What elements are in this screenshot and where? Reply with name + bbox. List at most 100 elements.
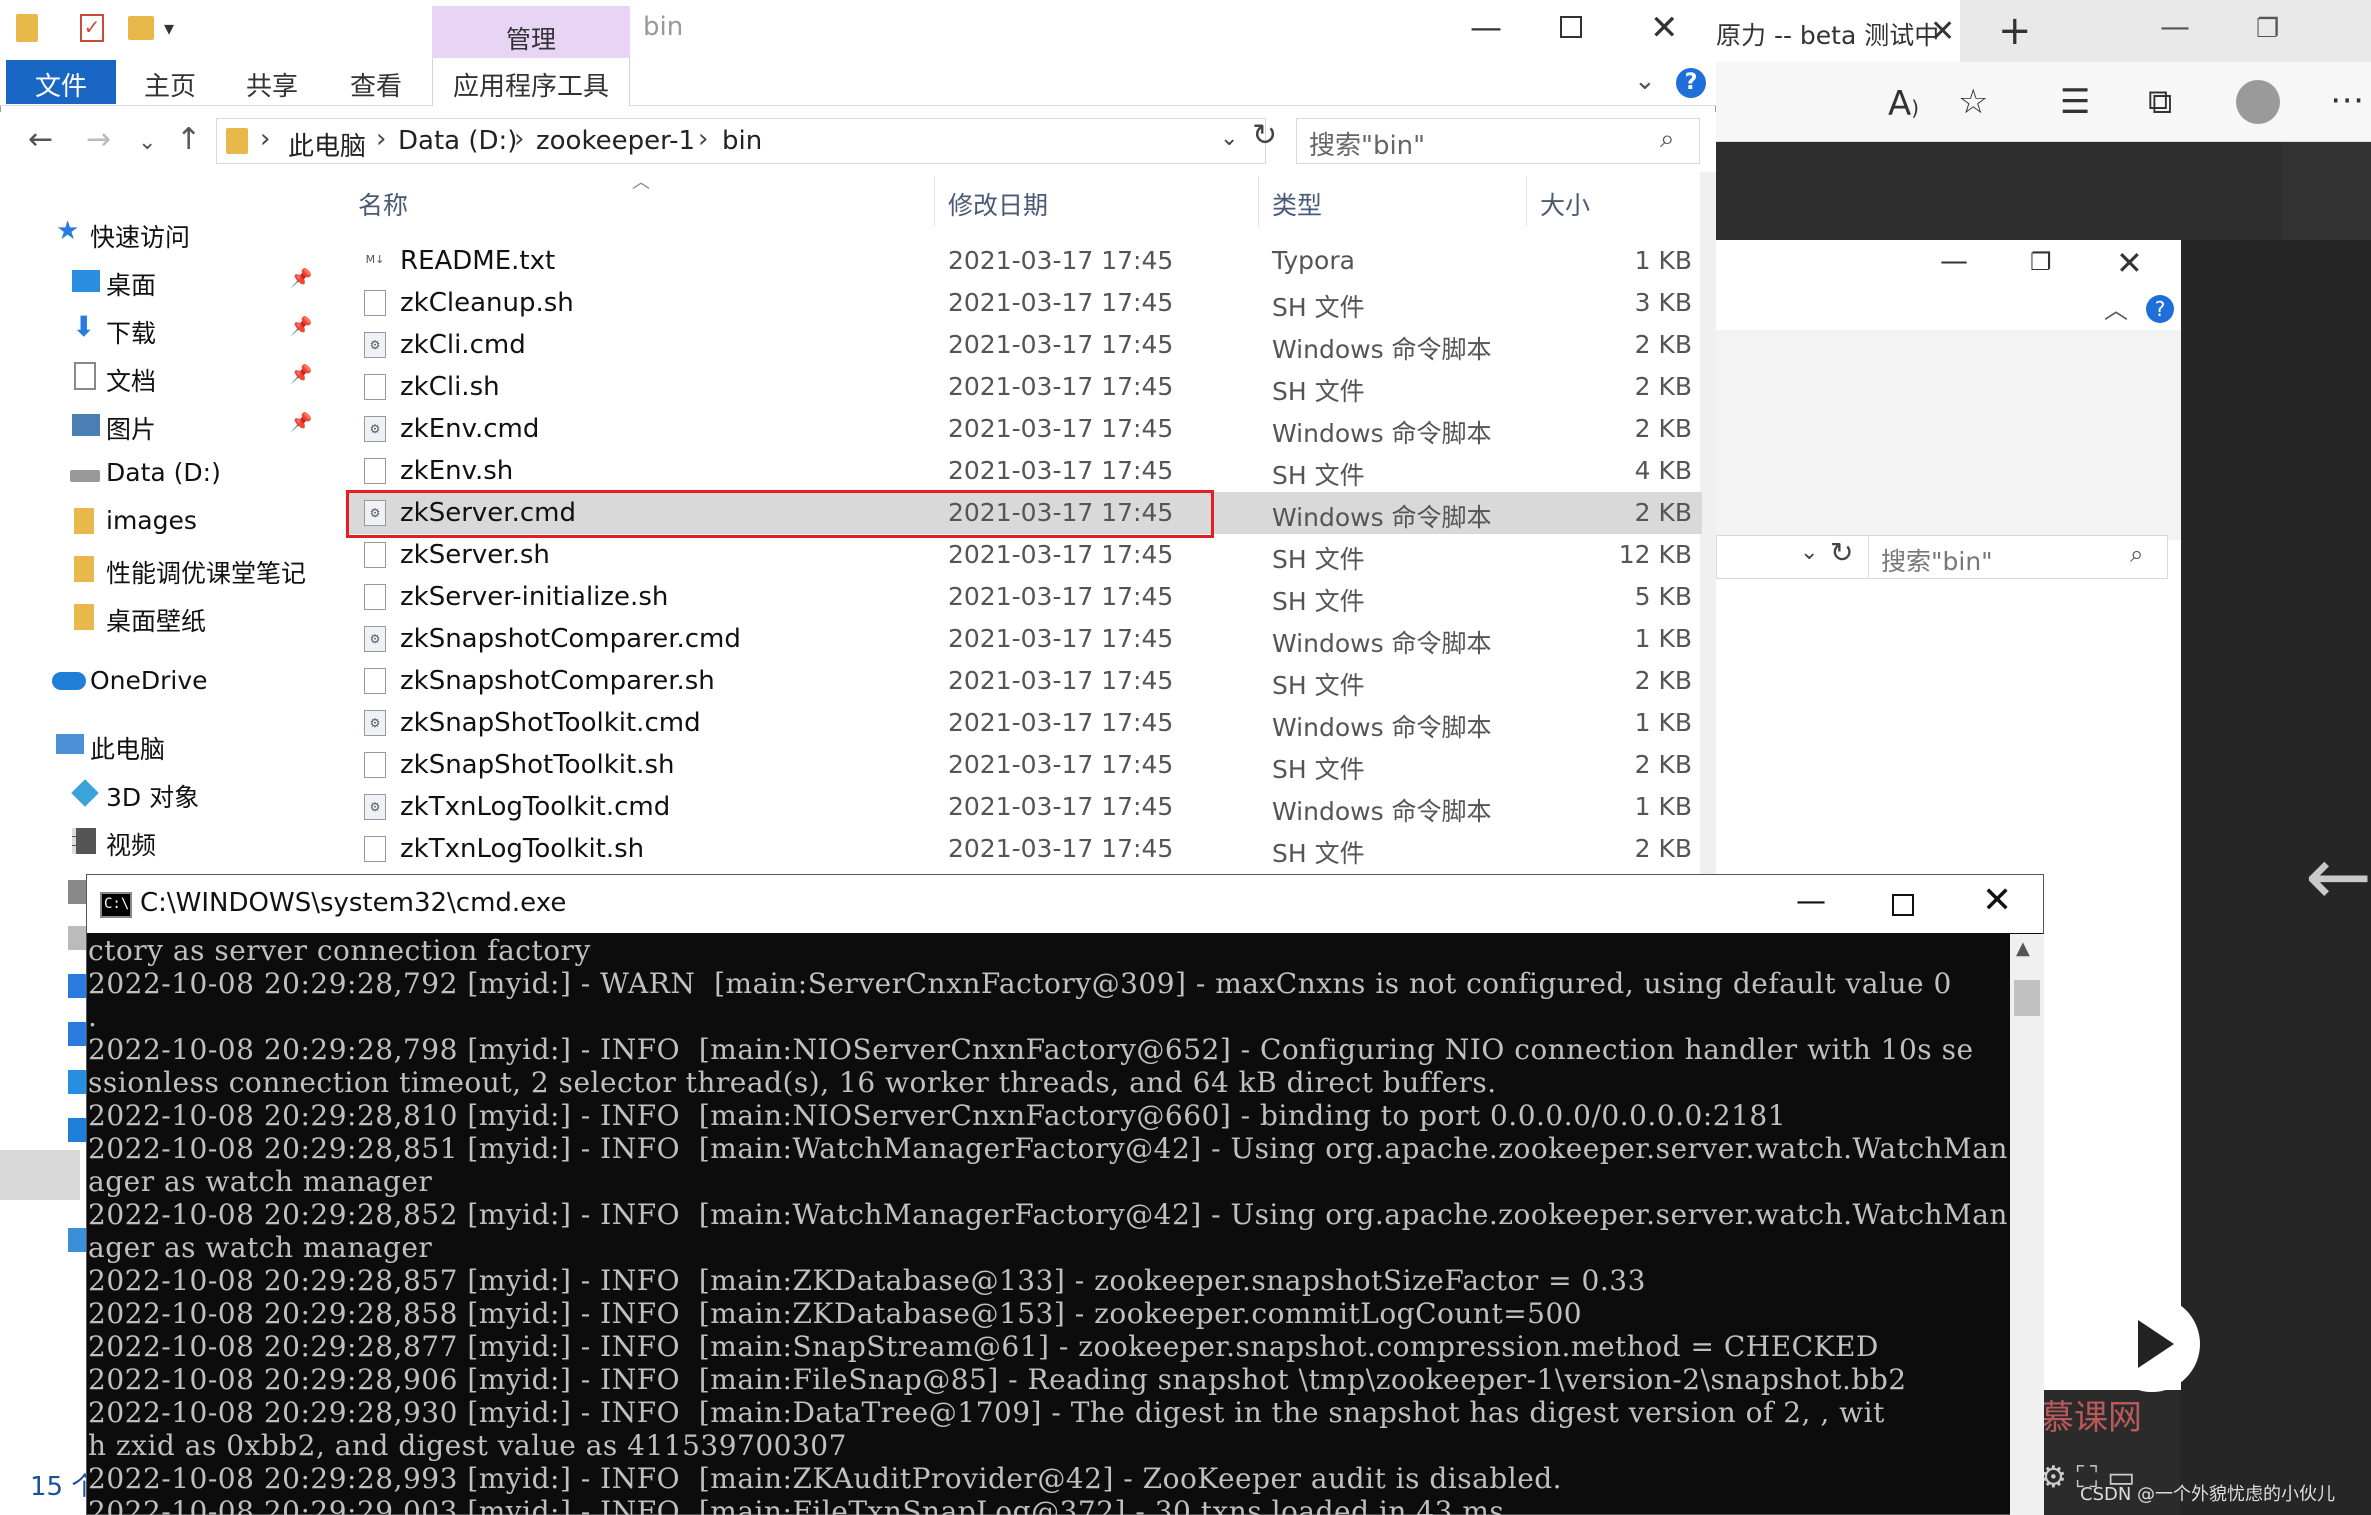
file-row[interactable]: ⚙ zkCli.cmd 2021-03-17 17:45 Windows 命令脚本 2 … <box>346 324 1702 366</box>
sidebar-item-notes[interactable]: 性能调优课堂笔记 <box>0 550 320 590</box>
file-row[interactable]: zkCli.sh 2021-03-17 17:45 SH 文件 2 KB <box>346 366 1702 408</box>
breadcrumb-data-d[interactable]: Data (D:) <box>398 126 517 156</box>
sidebar-item-downloads[interactable]: ⬇ 下载 📌 <box>0 310 320 350</box>
back-icon[interactable]: ← <box>28 122 53 157</box>
tab-share[interactable]: 共享 <box>246 66 298 103</box>
chevron-right-icon[interactable]: › <box>260 124 270 154</box>
sidebar-item-desktop[interactable]: 桌面 📌 <box>0 262 320 302</box>
add-favorite-icon[interactable]: ☆ <box>1958 82 1988 122</box>
sidebar-item-videos[interactable]: 视频 <box>0 822 320 862</box>
file-row[interactable]: zkServer.sh 2021-03-17 17:45 SH 文件 12 KB <box>346 534 1702 576</box>
pin-icon[interactable]: 📌 <box>290 412 312 433</box>
refresh-icon[interactable]: ↻ <box>1830 536 1853 569</box>
sidebar-item-this-pc[interactable]: 此电脑 <box>0 726 320 766</box>
minimize-button[interactable]: — <box>1470 8 1502 46</box>
column-header-name[interactable]: 名称 <box>358 186 408 222</box>
column-divider[interactable] <box>1258 176 1259 226</box>
file-row[interactable]: ⚙ zkEnv.cmd 2021-03-17 17:45 Windows 命令脚本 2 … <box>346 408 1702 450</box>
edge-minimize-button[interactable]: — <box>2160 10 2190 45</box>
file-row[interactable]: zkCleanup.sh 2021-03-17 17:45 SH 文件 3 KB <box>346 282 1702 324</box>
new-tab-button[interactable]: + <box>1998 8 2032 54</box>
breadcrumb-bin[interactable]: bin <box>722 126 762 156</box>
sidebar-item-onedrive[interactable]: OneDrive <box>0 662 320 702</box>
file-row[interactable]: ⚙ zkSnapshotComparer.cmd 2021-03-17 17:45 W… <box>346 618 1702 660</box>
cmd-scrollbar[interactable] <box>2010 934 2044 1515</box>
tab-close-icon[interactable]: ✕ <box>1930 14 1955 49</box>
chevron-down-icon[interactable]: ⌄ <box>1634 66 1656 96</box>
read-aloud-icon[interactable]: A) <box>1888 84 1919 124</box>
chevron-right-icon[interactable]: › <box>514 124 524 154</box>
file-row[interactable]: M↓ README.txt 2021-03-17 17:45 Typora 1 KB <box>346 240 1702 282</box>
chevron-down-icon[interactable]: ⌄ <box>1220 126 1238 151</box>
back-arrow-icon[interactable]: ← <box>2305 830 2371 923</box>
file-row[interactable]: zkTxnLogToolkit.sh 2021-03-17 17:45 SH 文件 2… <box>346 828 1702 870</box>
column-header-date[interactable]: 修改日期 <box>948 186 1048 222</box>
column-header-type[interactable]: 类型 <box>1272 186 1322 222</box>
sidebar-item-quick-access[interactable]: ★ 快速访问 <box>0 214 320 254</box>
maximize-button[interactable] <box>1560 16 1582 38</box>
folder-icon[interactable] <box>16 14 38 42</box>
tab-file[interactable]: 文件 <box>6 60 116 104</box>
pin-icon[interactable]: 📌 <box>290 364 312 385</box>
edge-restore-button[interactable]: ❐ <box>2256 14 2279 44</box>
search-icon[interactable]: ⌕ <box>1660 124 1675 155</box>
refresh-icon[interactable]: ↻ <box>1252 118 1277 153</box>
cmd-scroll-thumb[interactable] <box>2014 980 2040 1016</box>
sidebar-item-data-d[interactable]: Data (D:) <box>0 454 320 494</box>
sidebar-item-images[interactable]: images <box>0 502 320 542</box>
collections-icon[interactable]: ⧉ <box>2148 82 2172 122</box>
sidebar-item-3d-objects[interactable]: 3D 对象 <box>0 774 320 814</box>
file-row[interactable]: ⚙ zkTxnLogToolkit.cmd 2021-03-17 17:45 Wind… <box>346 786 1702 828</box>
pin-icon[interactable]: 📌 <box>290 316 312 337</box>
file-row[interactable]: zkSnapshotComparer.sh 2021-03-17 17:45 SH … <box>346 660 1702 702</box>
cmd-close-button[interactable]: ✕ <box>1982 880 2012 921</box>
cmd-output[interactable]: ctory as server connection factory 2022-1… <box>88 934 2008 1515</box>
chevron-down-icon[interactable]: ⌄ <box>1800 540 1818 565</box>
file-row[interactable]: zkSnapShotToolkit.sh 2021-03-17 17:45 SH 文… <box>346 744 1702 786</box>
help-icon[interactable]: ? <box>1676 68 1706 98</box>
column-divider[interactable] <box>1526 176 1527 226</box>
sidebar-item-pictures[interactable]: 图片 📌 <box>0 406 320 446</box>
close-button[interactable]: ✕ <box>1650 8 1679 48</box>
scroll-up-icon[interactable]: ▲ <box>2016 938 2030 959</box>
cmd-app-icon[interactable]: C:\ <box>100 892 132 918</box>
up-icon[interactable]: ↑ <box>176 122 201 157</box>
quick-access-dropdown-icon[interactable]: ▾ <box>164 16 174 40</box>
help-icon[interactable]: ? <box>2146 295 2174 323</box>
sidebar-selected-item[interactable] <box>0 1150 80 1200</box>
file-list-scrollbar[interactable] <box>1700 172 1716 880</box>
explorer2-search-input[interactable]: 搜索"bin" <box>1868 535 2168 579</box>
cmd-maximize-button[interactable] <box>1892 894 1914 916</box>
pin-icon[interactable]: 📌 <box>290 268 312 289</box>
tab-app-tools[interactable]: 应用程序工具 <box>432 58 630 106</box>
tab-manage[interactable]: 管理 <box>432 6 630 58</box>
search-input[interactable]: 搜索"bin" <box>1296 118 1700 164</box>
tab-view[interactable]: 查看 <box>350 66 402 103</box>
forward-icon[interactable]: → <box>86 122 111 157</box>
column-divider[interactable] <box>934 176 935 226</box>
profile-avatar[interactable] <box>2236 80 2280 124</box>
cmd-minimize-button[interactable]: — <box>1796 884 1826 919</box>
column-header-size[interactable]: 大小 <box>1540 186 1590 222</box>
file-row[interactable]: zkServer-initialize.sh 2021-03-17 17:45 SH… <box>346 576 1702 618</box>
sidebar-item-wallpaper[interactable]: 桌面壁纸 <box>0 598 320 638</box>
recent-locations-icon[interactable]: ⌄ <box>138 130 156 155</box>
file-icon <box>364 668 386 694</box>
new-folder-icon[interactable] <box>128 16 154 40</box>
chevron-right-icon[interactable]: › <box>698 124 708 154</box>
breadcrumb-zookeeper[interactable]: zookeeper-1 <box>536 126 695 156</box>
more-icon[interactable]: ⋯ <box>2330 80 2364 120</box>
breadcrumb-this-pc[interactable]: 此电脑 <box>288 126 366 163</box>
explorer2-restore-button[interactable]: ❐ <box>2030 248 2052 276</box>
favorites-icon[interactable]: ☰ <box>2060 82 2090 122</box>
file-row[interactable]: zkEnv.sh 2021-03-17 17:45 SH 文件 4 KB <box>346 450 1702 492</box>
file-row[interactable]: ⚙ zkSnapShotToolkit.cmd 2021-03-17 17:45 Wi… <box>346 702 1702 744</box>
explorer2-close-button[interactable]: ✕ <box>2116 244 2143 282</box>
sidebar-item-documents[interactable]: 文档 📌 <box>0 358 320 398</box>
properties-icon[interactable]: ✓ <box>80 14 104 42</box>
tab-home[interactable]: 主页 <box>144 66 196 103</box>
edge-tab[interactable]: 原力 -- beta 测试中 <box>1710 0 1960 62</box>
chevron-right-icon[interactable]: › <box>376 124 386 154</box>
chevron-up-icon[interactable]: ︿ <box>2104 290 2128 325</box>
explorer2-minimize-button[interactable]: — <box>1940 244 1968 277</box>
